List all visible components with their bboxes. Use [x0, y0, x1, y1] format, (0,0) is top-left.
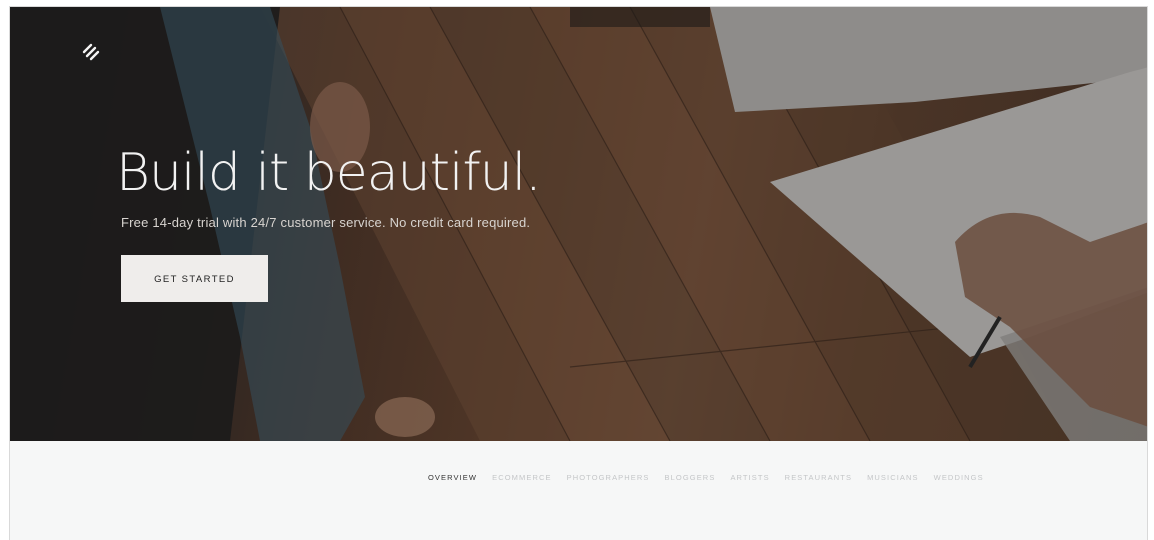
category-tabs: OVERVIEW ECOMMERCE PHOTOGRAPHERS BLOGGER…: [428, 473, 999, 482]
hero-section: Build it beautiful. Free 14-day trial wi…: [10, 7, 1147, 441]
page-frame: Build it beautiful. Free 14-day trial wi…: [9, 6, 1148, 540]
get-started-button[interactable]: GET STARTED: [121, 255, 268, 302]
tab-artists[interactable]: ARTISTS: [730, 473, 769, 482]
squarespace-logo-icon[interactable]: [80, 41, 102, 63]
tab-restaurants[interactable]: RESTAURANTS: [785, 473, 852, 482]
hero-subline: Free 14-day trial with 24/7 customer ser…: [121, 215, 531, 230]
tab-ecommerce[interactable]: ECOMMERCE: [492, 473, 552, 482]
tab-musicians[interactable]: MUSICIANS: [867, 473, 919, 482]
hero-headline: Build it beautiful.: [116, 143, 542, 203]
category-nav-section: OVERVIEW ECOMMERCE PHOTOGRAPHERS BLOGGER…: [10, 441, 1147, 540]
tab-photographers[interactable]: PHOTOGRAPHERS: [567, 473, 650, 482]
tab-overview[interactable]: OVERVIEW: [428, 473, 477, 482]
tab-weddings[interactable]: WEDDINGS: [934, 473, 984, 482]
tab-bloggers[interactable]: BLOGGERS: [665, 473, 716, 482]
